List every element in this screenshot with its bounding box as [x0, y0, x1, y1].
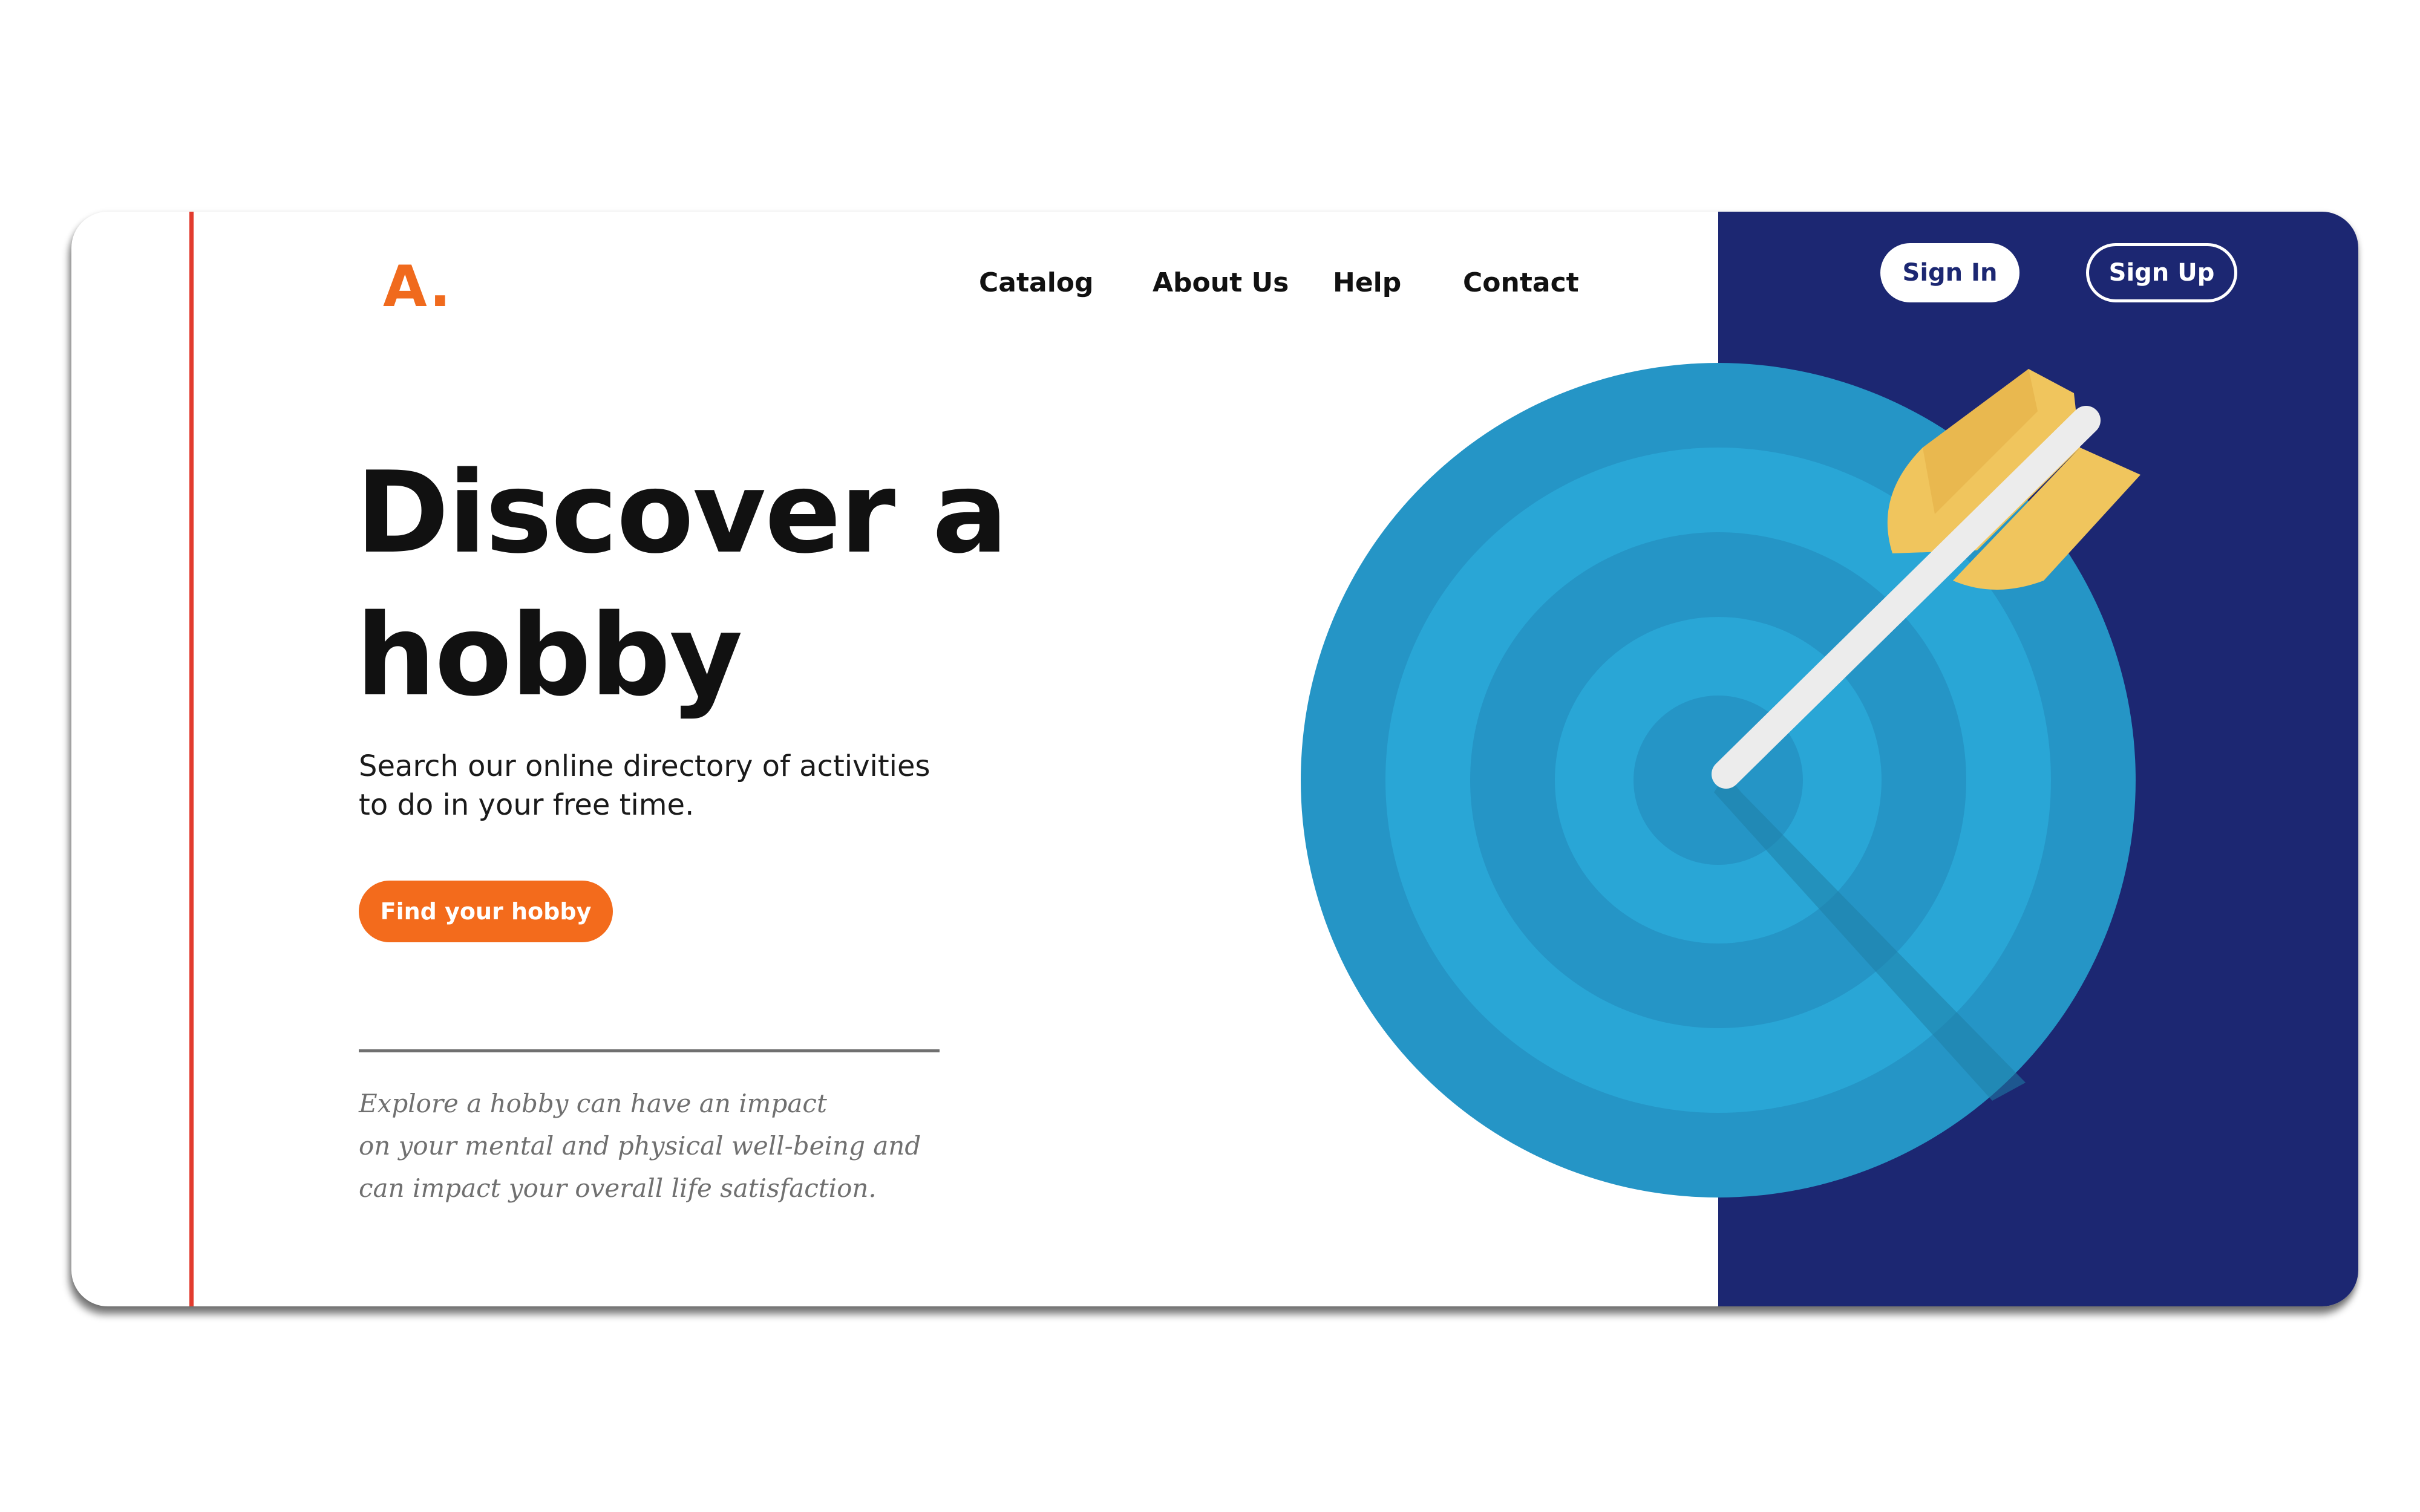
landing-page-card: A. Catalog About Us Help Contact Sign In… — [71, 212, 2358, 1306]
nav-help[interactable]: Help — [1333, 267, 1401, 298]
find-hobby-button[interactable]: Find your hobby — [359, 881, 613, 942]
hero-headline: Discover a hobby — [356, 442, 1008, 727]
headline-line-2: hobby — [356, 590, 743, 721]
nav-contact[interactable]: Contact — [1463, 267, 1579, 298]
hero-quote: Explore a hobby can have an impact on yo… — [359, 1083, 964, 1210]
sign-in-button[interactable]: Sign In — [1880, 243, 2019, 302]
headline-line-1: Discover a — [356, 447, 1008, 578]
section-divider — [359, 1049, 940, 1052]
quote-line-2: on your mental and physical well-being a… — [359, 1131, 921, 1161]
sign-up-button[interactable]: Sign Up — [2086, 243, 2237, 302]
navy-side-panel — [1718, 212, 2358, 1306]
quote-line-3: can impact your overall life satisfactio… — [359, 1173, 877, 1203]
hero-subtext: Search our online directory of activitie… — [359, 749, 930, 822]
left-accent-line — [189, 212, 194, 1306]
nav-about-us[interactable]: About Us — [1153, 267, 1289, 298]
brand-logo[interactable]: A. — [383, 254, 452, 320]
quote-line-1: Explore a hobby can have an impact — [359, 1089, 827, 1118]
nav-catalog[interactable]: Catalog — [979, 267, 1094, 298]
